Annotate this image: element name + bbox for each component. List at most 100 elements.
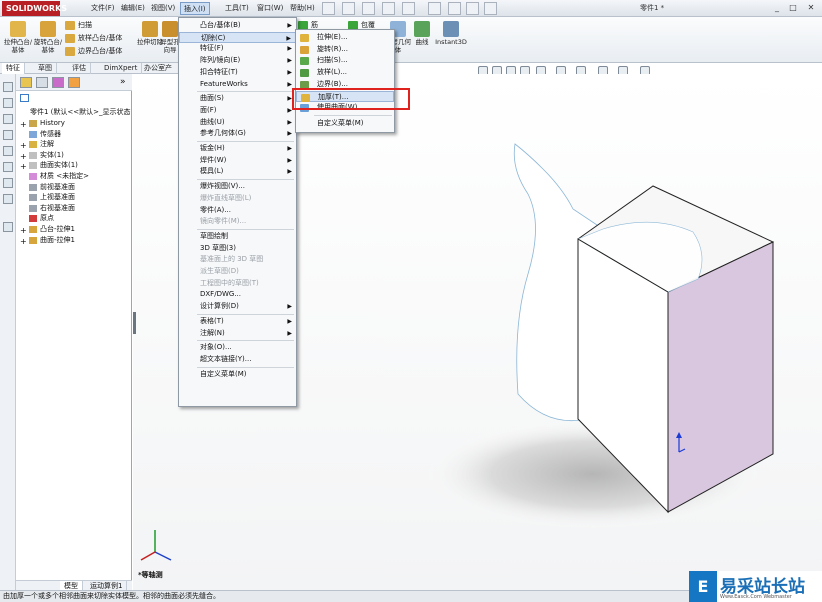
insert-menu-item[interactable]: 面(F) ▶: [179, 105, 296, 117]
file-explorer-icon[interactable]: [3, 130, 13, 140]
menu-4[interactable]: 工具(T): [222, 2, 252, 15]
cut-submenu-item[interactable]: 放样(L)...: [296, 67, 394, 79]
menu-separator: [197, 141, 294, 142]
tree-expand-icon[interactable]: +: [20, 152, 27, 161]
menu-3[interactable]: 插入(I): [180, 2, 210, 15]
menu-2[interactable]: 视图(V): [148, 2, 178, 15]
boundary-icon: [65, 47, 75, 56]
close-button[interactable]: ✕: [804, 2, 818, 14]
menu-5[interactable]: 窗口(W): [254, 2, 286, 15]
insert-menu-item[interactable]: 参考几何体(G) ▶: [179, 128, 296, 140]
feature-tree-icon[interactable]: [20, 77, 32, 88]
cut-submenu-item[interactable]: 拉伸(E)...: [296, 32, 394, 44]
boundary-boss-button[interactable]: 边界凸台/基体: [65, 46, 122, 57]
tree-item[interactable]: 原点: [40, 213, 54, 224]
insert-menu-item[interactable]: 对象(O)...: [179, 342, 296, 354]
custom-properties-icon[interactable]: [3, 194, 13, 204]
insert-menu-item[interactable]: 超文本链接(Y)...: [179, 354, 296, 366]
undo-icon[interactable]: [402, 2, 415, 15]
tree-item[interactable]: 实体(1): [40, 150, 64, 161]
insert-menu-item[interactable]: 扣合特征(T) ▶: [179, 67, 296, 79]
insert-menu-item[interactable]: 3D 草图(3): [179, 243, 296, 255]
menu-0[interactable]: 文件(F): [88, 2, 118, 15]
insert-menu-item[interactable]: 表格(T) ▶: [179, 316, 296, 328]
cut-submenu-item[interactable]: 扫描(S)...: [296, 55, 394, 67]
property-manager-icon[interactable]: [36, 77, 48, 88]
menu-6[interactable]: 帮助(H): [287, 2, 318, 15]
tree-item[interactable]: 曲面-拉伸1: [40, 235, 75, 246]
display-manager-icon[interactable]: [68, 77, 80, 88]
insert-menu-item[interactable]: DXF/DWG...: [179, 289, 296, 301]
maximize-button[interactable]: □: [786, 2, 800, 14]
insert-menu-item[interactable]: 曲面(S) ▶: [179, 93, 296, 105]
cut-submenu-item[interactable]: 自定义菜单(M): [296, 118, 394, 130]
insert-menu-item[interactable]: 自定义菜单(M): [179, 369, 296, 381]
insert-menu-item[interactable]: 曲线(U) ▶: [179, 117, 296, 129]
tab-sketch[interactable]: 草图: [34, 63, 57, 74]
extrude-boss-button[interactable]: 拉伸凸台/基体: [3, 21, 33, 57]
insert-menu-item[interactable]: FeatureWorks ▶: [179, 79, 296, 91]
save-icon[interactable]: [362, 2, 375, 15]
new-file-icon[interactable]: [322, 2, 335, 15]
menu-1[interactable]: 编辑(E): [118, 2, 148, 15]
curves-button[interactable]: 曲线: [410, 21, 434, 57]
appearances-icon[interactable]: [3, 178, 13, 188]
print-icon[interactable]: [382, 2, 395, 15]
tree-expand-icon[interactable]: +: [20, 237, 27, 246]
solidworks-logo[interactable]: SOLIDWORKS: [2, 1, 67, 16]
configuration-manager-icon[interactable]: [52, 77, 64, 88]
tab-features[interactable]: 特征: [2, 63, 25, 74]
tree-item[interactable]: 右视基准面: [40, 203, 75, 214]
tree-item[interactable]: History: [40, 118, 65, 129]
tab-evaluate[interactable]: 评估: [68, 63, 91, 74]
menu-item-label: 旋转(R)...: [317, 44, 349, 53]
tree-item[interactable]: 曲面实体(1): [40, 160, 78, 171]
insert-menu-item[interactable]: 爆炸视图(V)...: [179, 181, 296, 193]
tree-expand-icon[interactable]: +: [20, 120, 27, 129]
home-icon[interactable]: [3, 82, 13, 92]
rebuild-icon[interactable]: [448, 2, 461, 15]
expand-arrows-icon[interactable]: »: [120, 77, 126, 87]
insert-menu-item[interactable]: 模具(L) ▶: [179, 166, 296, 178]
tree-expand-icon[interactable]: +: [20, 141, 27, 150]
select-icon[interactable]: [428, 2, 441, 15]
search-icon[interactable]: [3, 146, 13, 156]
tree-expand-icon[interactable]: +: [20, 226, 27, 235]
sweep-button[interactable]: 扫描: [65, 20, 92, 31]
tree-item[interactable]: 凸台-拉伸1: [40, 224, 75, 235]
insert-menu-item[interactable]: 零件(A)...: [179, 205, 296, 217]
insert-menu-item[interactable]: 特征(F) ▶: [179, 43, 296, 55]
insert-menu-item[interactable]: 钣金(H) ▶: [179, 143, 296, 155]
tree-root-part[interactable]: 零件1 (默认<<默认>_显示状态: [16, 107, 131, 118]
solidworks-forum-icon[interactable]: [3, 222, 13, 232]
insert-menu-item[interactable]: 设计算例(D) ▶: [179, 301, 296, 313]
insert-menu-item[interactable]: 阵列/镜向(E) ▶: [179, 55, 296, 67]
design-library-icon[interactable]: [3, 114, 13, 124]
instant3d-button[interactable]: Instant3D: [435, 21, 467, 57]
collapse-handle-icon[interactable]: [133, 312, 136, 334]
hole-wizard-button[interactable]: 异型孔向导: [160, 21, 180, 57]
tab-dimxpert[interactable]: DimXpert: [100, 63, 143, 74]
tree-item[interactable]: 注解: [40, 139, 54, 150]
resources-icon[interactable]: [3, 98, 13, 108]
insert-menu-item[interactable]: 草图绘制: [179, 231, 296, 243]
tree-item[interactable]: 前视基准面: [40, 182, 75, 193]
cut-submenu-item[interactable]: 旋转(R)...: [296, 44, 394, 56]
open-file-icon[interactable]: [342, 2, 355, 15]
tree-item[interactable]: 材质 <未指定>: [40, 171, 89, 182]
tab-office-products[interactable]: 办公室产品: [140, 63, 180, 83]
loft-boss-button[interactable]: 放样凸台/基体: [65, 33, 122, 44]
minimize-button[interactable]: _: [770, 2, 784, 14]
tree-expand-icon[interactable]: +: [20, 162, 27, 171]
filter-icon[interactable]: [20, 94, 29, 102]
tree-item[interactable]: 上视基准面: [40, 192, 75, 203]
revolve-boss-button[interactable]: 旋转凸台/基体: [33, 21, 63, 57]
view-palette-icon[interactable]: [3, 162, 13, 172]
insert-menu-item[interactable]: 切除(C) ▶: [179, 31, 296, 44]
insert-menu-item[interactable]: 凸台/基体(B) ▶: [179, 20, 296, 32]
options-icon[interactable]: [466, 2, 479, 15]
view-icon[interactable]: [484, 2, 497, 15]
insert-menu-item[interactable]: 焊件(W) ▶: [179, 155, 296, 167]
tree-item[interactable]: 传感器: [40, 129, 61, 140]
insert-menu-item[interactable]: 注解(N) ▶: [179, 328, 296, 340]
